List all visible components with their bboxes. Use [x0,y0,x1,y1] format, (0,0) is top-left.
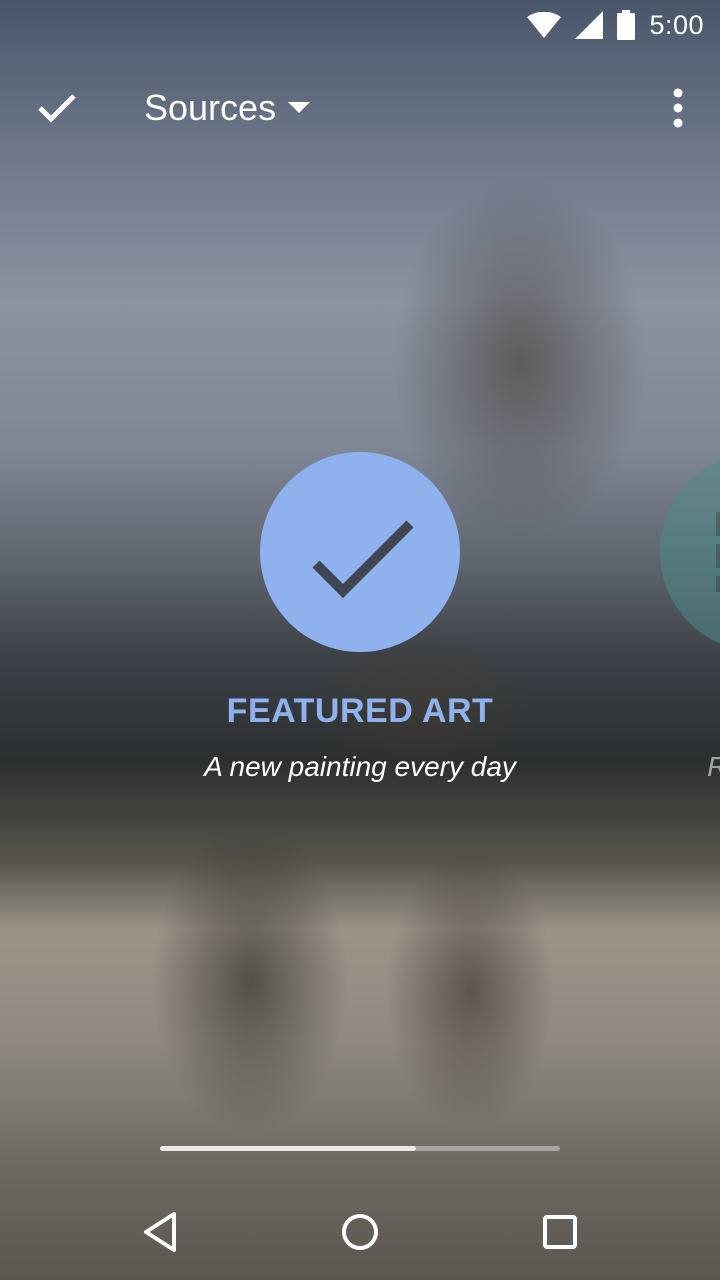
source-description: A new painting every day [204,751,516,782]
battery-icon [617,10,636,40]
recents-button[interactable] [530,1202,590,1262]
carousel-progress-fill [160,1146,416,1151]
back-icon [144,1212,176,1252]
check-icon [38,94,76,123]
source-name: MY [560,692,720,731]
source-carousel[interactable]: FEATURED ART A new painting every day MY… [0,440,720,820]
navigation-bar [0,1184,720,1280]
toolbar: Sources [0,58,720,158]
more-options-button[interactable] [656,84,700,132]
wifi-icon [527,12,562,38]
source-description: Random [560,751,720,783]
status-time: 5:00 [649,9,704,40]
source-item-my-photos[interactable]: MY Random [560,440,720,783]
status-bar: 5:00 [0,0,720,50]
done-button[interactable] [30,86,82,130]
dropdown-arrow-icon [288,102,311,113]
source-icon-circle[interactable] [660,452,720,652]
sources-dropdown[interactable]: Sources [144,86,311,130]
photos-icon [716,512,720,592]
carousel-progress-bar [160,1146,560,1151]
source-icon-circle[interactable] [260,452,460,652]
recents-icon [543,1215,577,1249]
cell-signal-icon [575,11,604,39]
check-icon [312,520,414,599]
page-title: Sources [144,87,277,128]
home-button[interactable] [330,1202,390,1262]
source-name: FEATURED ART [226,692,494,730]
source-item-featured-art[interactable]: FEATURED ART A new painting every day [160,440,560,783]
back-button[interactable] [130,1202,190,1262]
more-vert-icon [673,88,683,128]
home-icon [342,1214,378,1250]
